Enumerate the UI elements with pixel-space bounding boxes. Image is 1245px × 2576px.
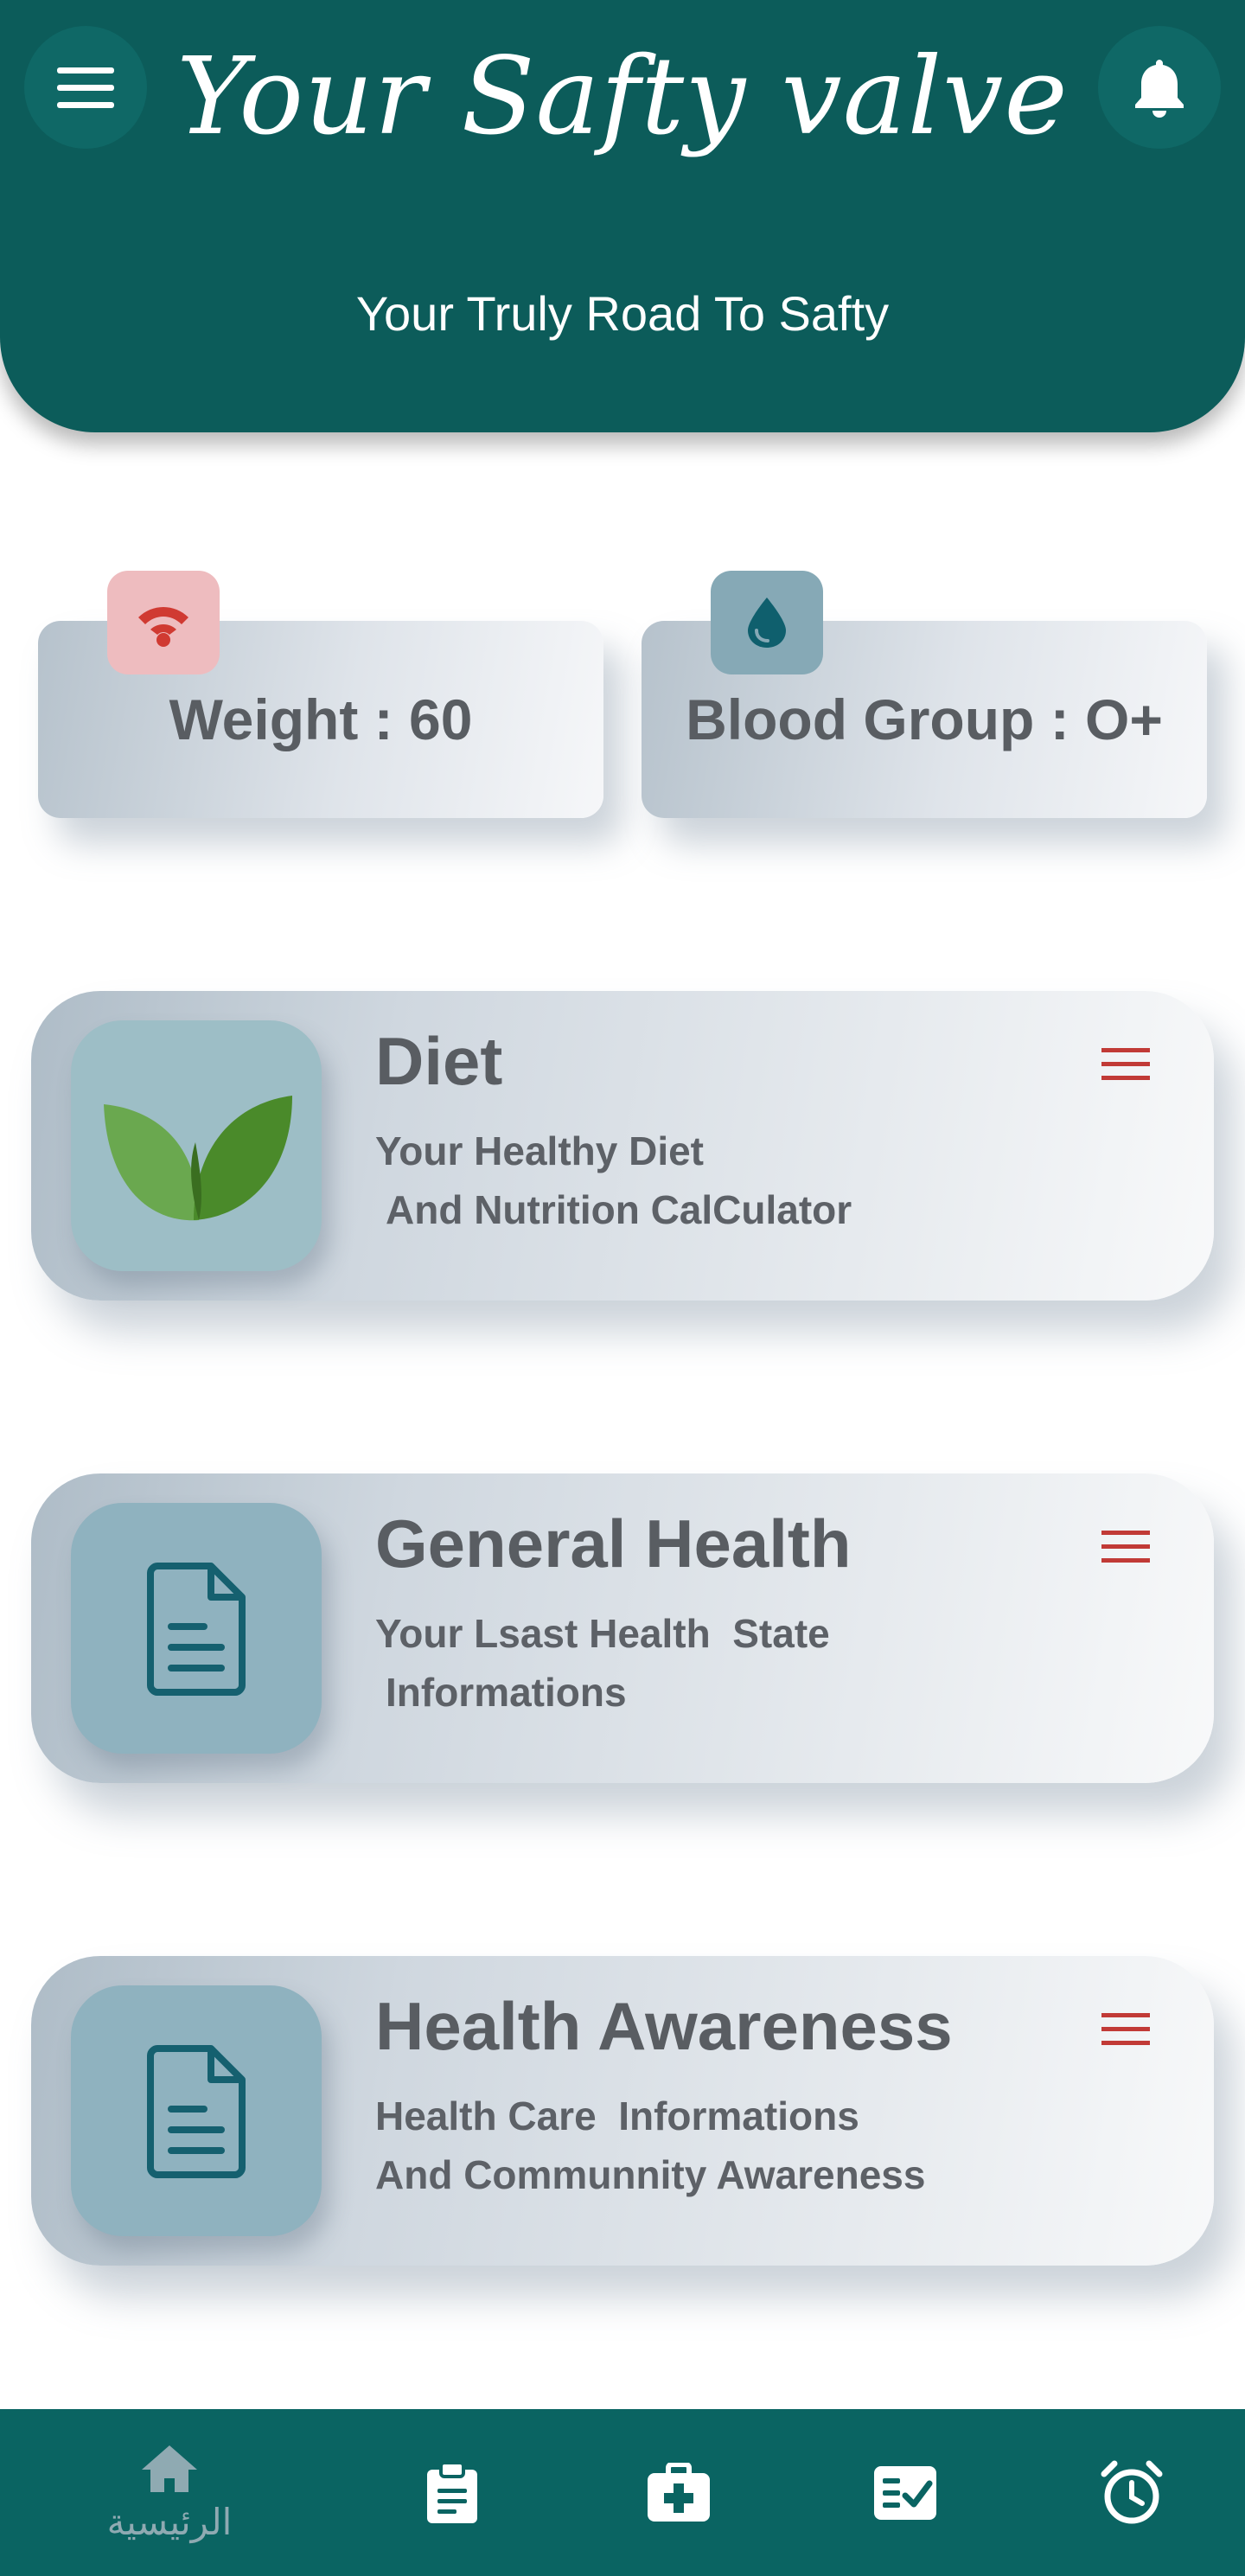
general-health-menu-button[interactable] xyxy=(1100,1525,1152,1569)
wifi-icon xyxy=(138,607,188,647)
menu-lines-icon xyxy=(1101,2013,1150,2045)
bottom-nav: الرئيسية xyxy=(0,2409,1245,2576)
diet-subtitle-line1: Your Healthy Diet xyxy=(375,1128,704,1173)
nav-home-label: الرئيسية xyxy=(106,2501,233,2543)
notifications-button[interactable] xyxy=(1098,26,1221,149)
general-health-subtitle-line1: Your Lsast Health State xyxy=(375,1611,830,1656)
blood-group-value: O+ xyxy=(1085,687,1163,751)
blood-group-label: Blood Group xyxy=(686,687,1035,751)
medical-kit-icon xyxy=(648,2462,710,2522)
health-awareness-subtitle-line2: And Communnity Awareness xyxy=(375,2152,926,2197)
blood-group-separator: : xyxy=(1050,687,1069,751)
nav-notes[interactable] xyxy=(357,2409,547,2576)
weight-icon-badge xyxy=(107,571,220,674)
diet-icon-badge xyxy=(71,1020,322,1271)
blood-icon-badge xyxy=(711,571,823,674)
nav-medical[interactable] xyxy=(584,2409,774,2576)
health-awareness-title: Health Awareness xyxy=(375,1988,953,2064)
app-root: Your Safty valve Your Truly Road To Saft… xyxy=(0,0,1245,2576)
diet-menu-button[interactable] xyxy=(1100,1043,1152,1086)
diet-title: Diet xyxy=(375,1023,503,1099)
nav-alarm[interactable] xyxy=(1037,2409,1227,2576)
app-title: Your Safty valve xyxy=(176,35,1069,159)
leaf-icon xyxy=(104,1096,292,1221)
weight-value: 60 xyxy=(409,687,473,751)
nav-home[interactable]: الرئيسية xyxy=(74,2409,265,2576)
health-awareness-menu-button[interactable] xyxy=(1100,2008,1152,2051)
app-tagline: Your Truly Road To Safty xyxy=(355,286,890,341)
clipboard-icon xyxy=(427,2460,477,2523)
header: Your Safty valve Your Truly Road To Saft… xyxy=(0,0,1245,432)
diet-subtitle-line2: And Nutrition CalCulator xyxy=(386,1187,852,1232)
health-awareness-card[interactable]: Health Awareness Health Care Information… xyxy=(31,1956,1214,2266)
document-icon xyxy=(147,2045,246,2178)
general-health-title: General Health xyxy=(375,1505,852,1582)
weight-separator: : xyxy=(374,687,393,751)
general-health-card[interactable]: General Health Your Lsast Health State I… xyxy=(31,1473,1214,1783)
home-icon xyxy=(142,2445,197,2492)
general-health-icon-badge xyxy=(71,1503,322,1754)
document-icon xyxy=(147,1563,246,1696)
health-awareness-icon-badge xyxy=(71,1985,322,2236)
drop-icon xyxy=(748,598,786,648)
bell-icon xyxy=(1135,60,1184,118)
menu-lines-icon xyxy=(1101,1048,1150,1080)
menu-lines-icon xyxy=(1101,1531,1150,1563)
weight-label: Weight xyxy=(169,687,359,751)
blood-group-text: Blood Group : O+ xyxy=(642,687,1207,752)
health-awareness-subtitle-line1: Health Care Informations xyxy=(375,2093,859,2138)
diet-card[interactable]: Diet Your Healthy Diet And Nutrition Cal… xyxy=(31,991,1214,1301)
general-health-subtitle-line2: Informations xyxy=(386,1670,627,1715)
checklist-icon xyxy=(874,2465,936,2520)
weight-text: Weight : 60 xyxy=(38,687,603,752)
nav-tasks[interactable] xyxy=(810,2409,1000,2576)
alarm-clock-icon xyxy=(1101,2460,1163,2523)
